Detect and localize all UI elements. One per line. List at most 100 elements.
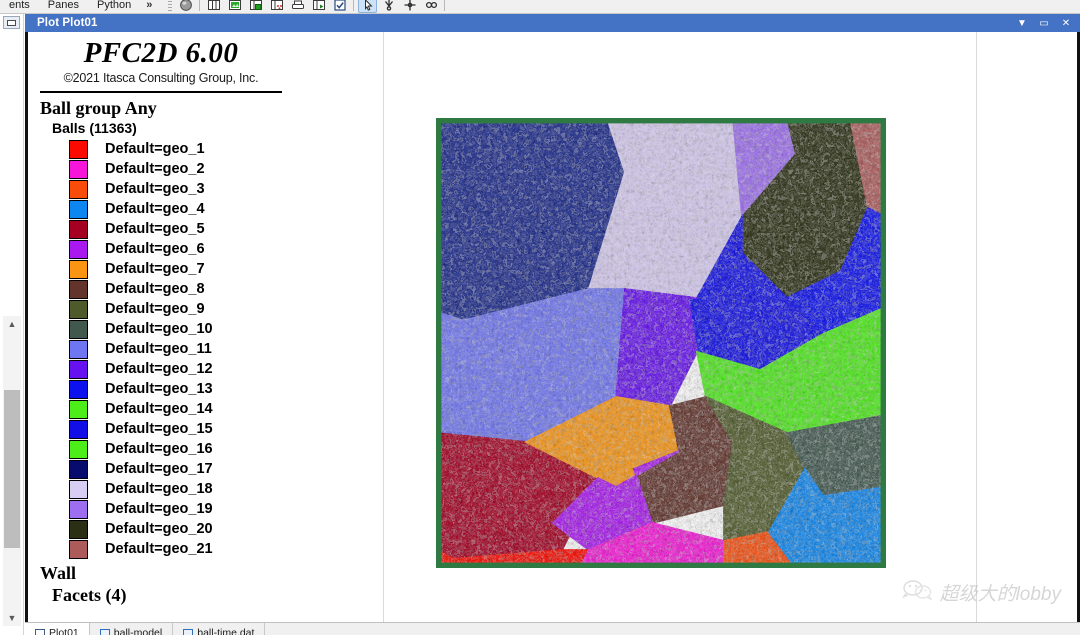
- toolbar-grip[interactable]: [168, 0, 172, 11]
- legend-balls-count: Balls (11363): [52, 120, 137, 136]
- legend-item: Default=geo_19: [69, 499, 286, 519]
- plot-titlebar[interactable]: Plot Plot01 ▼ ▭ ✕: [25, 14, 1080, 32]
- legend-color-swatch: [69, 399, 88, 419]
- legend-item-list: Default=geo_1 Default=geo_2 Default=geo_3 D…: [36, 139, 286, 559]
- copyright-notice: ©2021 Itasca Consulting Group, Inc.: [63, 71, 259, 85]
- legend-item: Default=geo_6: [69, 239, 286, 259]
- legend-color-swatch: [69, 319, 88, 339]
- window-controls: ▼ ▭ ✕: [1012, 14, 1076, 32]
- legend-color-swatch: [69, 339, 88, 359]
- legend-color-swatch: [69, 379, 88, 399]
- legend-item-label: Default=geo_12: [105, 361, 213, 377]
- document-tab-icon: [99, 628, 110, 635]
- legend-item: Default=geo_21: [69, 539, 286, 559]
- legend-item-label: Default=geo_20: [105, 521, 213, 537]
- plot-divider-left: [383, 32, 384, 632]
- panel-toggle-icon[interactable]: [3, 16, 20, 29]
- bottom-tab-label: ball-time.dat: [197, 627, 255, 635]
- watermark-text: 超级大的lobby: [939, 584, 1061, 605]
- scrollbar-thumb[interactable]: [4, 390, 20, 548]
- legend-item-label: Default=geo_1: [105, 141, 205, 157]
- product-title: PFC2D 6.00: [83, 37, 239, 69]
- legend-item: Default=geo_15: [69, 419, 286, 439]
- chevron-up-icon[interactable]: ▲: [3, 316, 21, 332]
- panel-toggle-glyph: [7, 19, 16, 26]
- legend-item-label: Default=geo_18: [105, 481, 213, 497]
- legend-wall-heading: Wall: [40, 563, 77, 583]
- legend-color-swatch: [69, 539, 88, 559]
- add-plot-item-icon[interactable]: [309, 0, 328, 13]
- menu-overflow-icon[interactable]: »: [140, 0, 158, 11]
- rotate-tool-icon[interactable]: [379, 0, 398, 13]
- bottom-tab-plot01[interactable]: Plot01: [25, 623, 90, 635]
- legend-item-label: Default=geo_17: [105, 461, 213, 477]
- plot-canvas[interactable]: PFC2D 6.00 ©2021 Itasca Consulting Group…: [25, 32, 1080, 632]
- legend-color-swatch: [69, 279, 88, 299]
- watermark: 超级大的lobby: [901, 579, 1061, 606]
- legend-color-swatch: [69, 519, 88, 539]
- sphere-ball-icon[interactable]: [176, 0, 195, 13]
- legend-item: Default=geo_11: [69, 339, 286, 359]
- legend-item-label: Default=geo_5: [105, 221, 205, 237]
- legend-color-swatch: [69, 239, 88, 259]
- legend-item-label: Default=geo_21: [105, 541, 213, 557]
- document-tab-icon: [183, 628, 194, 635]
- bottom-tab-ball-model[interactable]: ball-model: [90, 623, 174, 635]
- legend-item-label: Default=geo_3: [105, 181, 205, 197]
- bottom-tab-bar[interactable]: Plot01 ball-model ball-time.dat: [25, 622, 1080, 635]
- legend-item-label: Default=geo_8: [105, 281, 205, 297]
- checkbox-toggle-icon[interactable]: [330, 0, 349, 13]
- legend-color-swatch: [69, 199, 88, 219]
- print-icon[interactable]: [288, 0, 307, 13]
- pan-tool-icon[interactable]: [400, 0, 419, 13]
- legend-color-swatch: [69, 499, 88, 519]
- legend-color-swatch: [69, 259, 88, 279]
- restore-window-button[interactable]: ▭: [1034, 15, 1054, 31]
- left-rail: ▲ ▼: [0, 14, 24, 635]
- close-window-button[interactable]: ✕: [1056, 15, 1076, 31]
- legend-item: Default=geo_10: [69, 319, 286, 339]
- menu-item-python[interactable]: Python: [88, 0, 140, 13]
- menu-bar[interactable]: ents Panes Python »: [0, 0, 158, 13]
- legend-item-label: Default=geo_16: [105, 441, 213, 457]
- legend-group-heading: Ball group Any: [40, 98, 157, 118]
- legend-divider: [40, 91, 282, 93]
- application-toolbar: ents Panes Python »: [0, 0, 1080, 14]
- legend-color-swatch: [69, 139, 88, 159]
- bottom-tab-ball-time-dat[interactable]: ball-time.dat: [173, 623, 266, 635]
- plot-title: Plot Plot01: [37, 17, 98, 29]
- specimen-view[interactable]: [436, 118, 886, 568]
- legend-item-label: Default=geo_15: [105, 421, 213, 437]
- legend-item-label: Default=geo_11: [105, 341, 212, 357]
- legend-color-swatch: [69, 179, 88, 199]
- chevron-down-icon[interactable]: ▼: [3, 610, 21, 626]
- save-plot-icon[interactable]: [246, 0, 265, 13]
- legend-item: Default=geo_9: [69, 299, 286, 319]
- legend-item-label: Default=geo_19: [105, 501, 213, 517]
- legend-item: Default=geo_2: [69, 159, 286, 179]
- wechat-icon: [901, 579, 933, 606]
- legend-item: Default=geo_18: [69, 479, 286, 499]
- legend-color-swatch: [69, 459, 88, 479]
- legend-item-label: Default=geo_7: [105, 261, 205, 277]
- export-image-icon[interactable]: [225, 0, 244, 13]
- zoom-tool-icon[interactable]: [421, 0, 440, 13]
- legend-item: Default=geo_7: [69, 259, 286, 279]
- legend-item: Default=geo_16: [69, 439, 286, 459]
- plot-items-icon[interactable]: [267, 0, 286, 13]
- ball-assembly-plot[interactable]: [436, 118, 886, 568]
- menu-item-ents[interactable]: ents: [0, 0, 39, 13]
- legend-item: Default=geo_4: [69, 199, 286, 219]
- menu-item-panes[interactable]: Panes: [39, 0, 88, 13]
- sidebar-scrollbar[interactable]: ▲ ▼: [3, 316, 21, 626]
- legend-item-label: Default=geo_2: [105, 161, 205, 177]
- plot-window: Plot Plot01 ▼ ▭ ✕ PFC2D 6.00 ©2021 Itasc…: [25, 14, 1080, 632]
- legend-item-label: Default=geo_10: [105, 321, 213, 337]
- legend-item: Default=geo_12: [69, 359, 286, 379]
- legend-item-label: Default=geo_4: [105, 201, 205, 217]
- dropdown-menu-button[interactable]: ▼: [1012, 15, 1032, 31]
- cursor-select-icon[interactable]: [358, 0, 377, 13]
- legend-color-swatch: [69, 299, 88, 319]
- toolbar-group-view: [168, 0, 448, 13]
- split-view-icon[interactable]: [204, 0, 223, 13]
